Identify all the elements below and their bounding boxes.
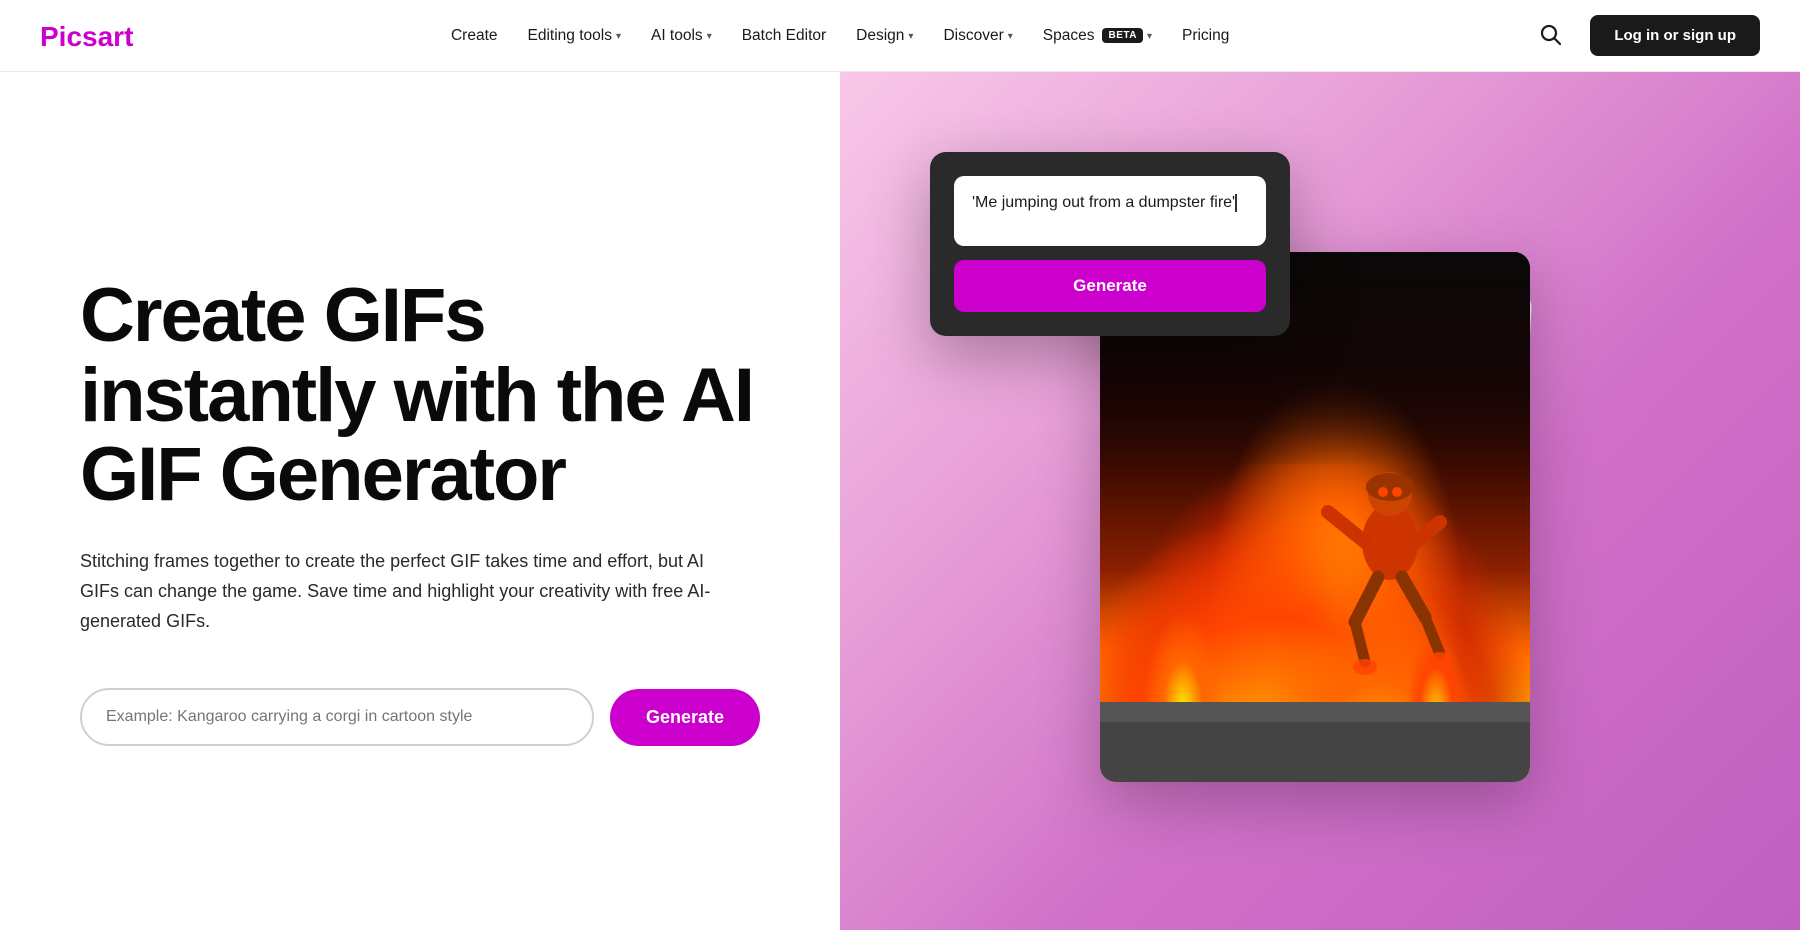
logo[interactable]: Picsart xyxy=(40,18,150,54)
nav-item-spaces[interactable]: Spaces BETA ▾ xyxy=(1031,19,1164,53)
hero-section: Create GIFs instantly with the AI GIF Ge… xyxy=(0,72,1800,930)
chevron-icon: ▾ xyxy=(616,31,621,42)
hero-left: Create GIFs instantly with the AI GIF Ge… xyxy=(0,72,840,930)
nav-links: Create Editing tools ▾ AI tools ▾ Batch … xyxy=(439,19,1241,53)
nav-item-ai-tools[interactable]: AI tools ▾ xyxy=(639,19,724,53)
cursor xyxy=(1235,194,1237,212)
generate-button[interactable]: Generate xyxy=(610,689,760,746)
hero-description: Stitching frames together to create the … xyxy=(80,547,720,636)
nav-item-create[interactable]: Create xyxy=(439,19,510,53)
prompt-text: 'Me jumping out from a dumpster fire' xyxy=(972,194,1235,211)
mockup-container: 'Me jumping out from a dumpster fire' Ge… xyxy=(900,122,1580,822)
hero-title: Create GIFs instantly with the AI GIF Ge… xyxy=(80,276,760,515)
chevron-icon: ▾ xyxy=(908,31,913,42)
hero-right: 'Me jumping out from a dumpster fire' Ge… xyxy=(840,72,1800,930)
prompt-generate-button[interactable]: Generate xyxy=(954,260,1266,312)
chevron-icon: ▾ xyxy=(1147,31,1152,42)
prompt-input[interactable] xyxy=(80,688,594,746)
login-button[interactable]: Log in or sign up xyxy=(1590,15,1760,56)
hero-input-row: Generate xyxy=(80,688,760,746)
beta-badge: BETA xyxy=(1102,28,1142,43)
nav-item-editing-tools[interactable]: Editing tools ▾ xyxy=(516,19,633,53)
nav-item-pricing[interactable]: Pricing xyxy=(1170,19,1241,53)
navbar: Picsart Create Editing tools ▾ AI tools … xyxy=(0,0,1800,72)
chevron-icon: ▾ xyxy=(707,31,712,42)
search-button[interactable] xyxy=(1530,14,1570,57)
svg-text:Picsart: Picsart xyxy=(40,21,133,52)
nav-item-batch-editor[interactable]: Batch Editor xyxy=(730,19,838,53)
nav-item-design[interactable]: Design ▾ xyxy=(844,19,925,53)
prompt-input-box: 'Me jumping out from a dumpster fire' xyxy=(954,176,1266,246)
prompt-card: 'Me jumping out from a dumpster fire' Ge… xyxy=(930,152,1290,336)
chevron-icon: ▾ xyxy=(1008,31,1013,42)
nav-item-discover[interactable]: Discover ▾ xyxy=(931,19,1024,53)
nav-right: Log in or sign up xyxy=(1530,14,1760,57)
